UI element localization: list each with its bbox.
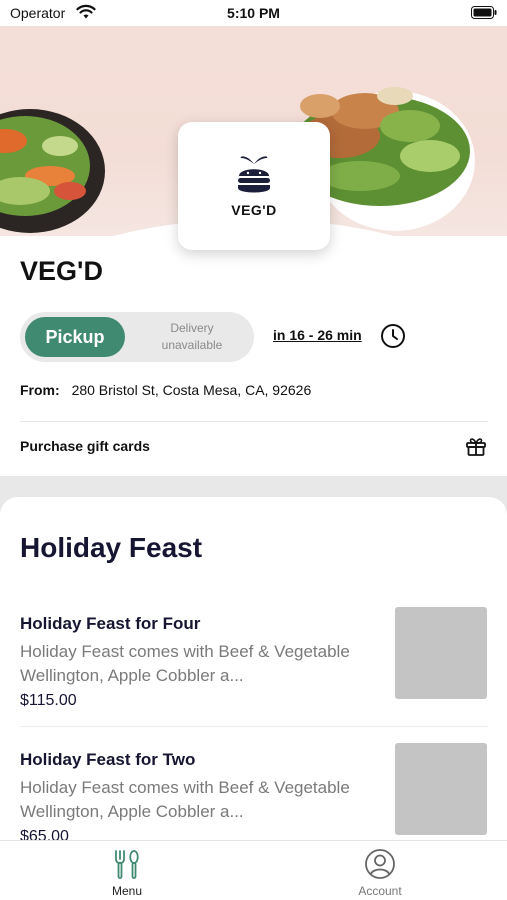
burger-logo-icon [238,156,270,193]
clock-icon[interactable] [380,323,406,349]
pickup-button[interactable]: Pickup [25,317,125,357]
pickup-address-row: From: 280 Bristol St, Costa Mesa, CA, 92… [20,382,311,398]
logo-wordmark: VEG'D [231,202,277,218]
menu-item[interactable]: Holiday Feast for Two Holiday Feast come… [0,743,507,840]
menu-item-image [395,607,487,699]
menu-item-title: Holiday Feast for Four [20,614,201,633]
order-mode-toggle[interactable]: Pickup Delivery unavailable [20,312,254,362]
divider [20,421,488,422]
status-bar: Operator 5:10 PM [0,0,507,26]
tab-account-label: Account [358,884,402,898]
tab-menu[interactable]: Menu [52,841,202,900]
clock-time: 5:10 PM [227,5,280,21]
divider [20,726,488,727]
menu-item-price: $65.00 [20,828,69,840]
menu-item-description: Holiday Feast comes with Beef & Vegetabl… [20,642,350,685]
menu-item-image [395,743,487,835]
eta-link[interactable]: in 16 - 26 min [273,327,362,343]
tab-account[interactable]: Account [305,841,455,900]
store-address: 280 Bristol St, Costa Mesa, CA, 92626 [71,382,312,398]
account-icon [365,849,395,879]
fork-knife-icon [115,850,139,879]
store-name: VEG'D [20,256,103,286]
from-label: From: [20,382,60,398]
menu-item[interactable]: Holiday Feast for Four Holiday Feast com… [0,607,507,744]
bottom-tab-bar: Menu Account [0,840,507,900]
menu-panel: Holiday Feast Holiday Feast for Four Hol… [0,497,507,840]
menu-section-title: Holiday Feast [20,532,203,563]
menu-item-price: $115.00 [20,692,77,709]
battery-icon [471,6,497,19]
menu-item-description: Holiday Feast comes with Beef & Vegetabl… [20,778,350,821]
delivery-unavailable-label: Delivery unavailable [161,321,223,352]
store-logo-card: VEG'D [178,122,330,250]
menu-item-title: Holiday Feast for Two [20,750,196,769]
gift-icon[interactable] [464,434,488,458]
purchase-gift-cards-link[interactable]: Purchase gift cards [20,438,150,454]
tab-menu-label: Menu [111,884,143,898]
